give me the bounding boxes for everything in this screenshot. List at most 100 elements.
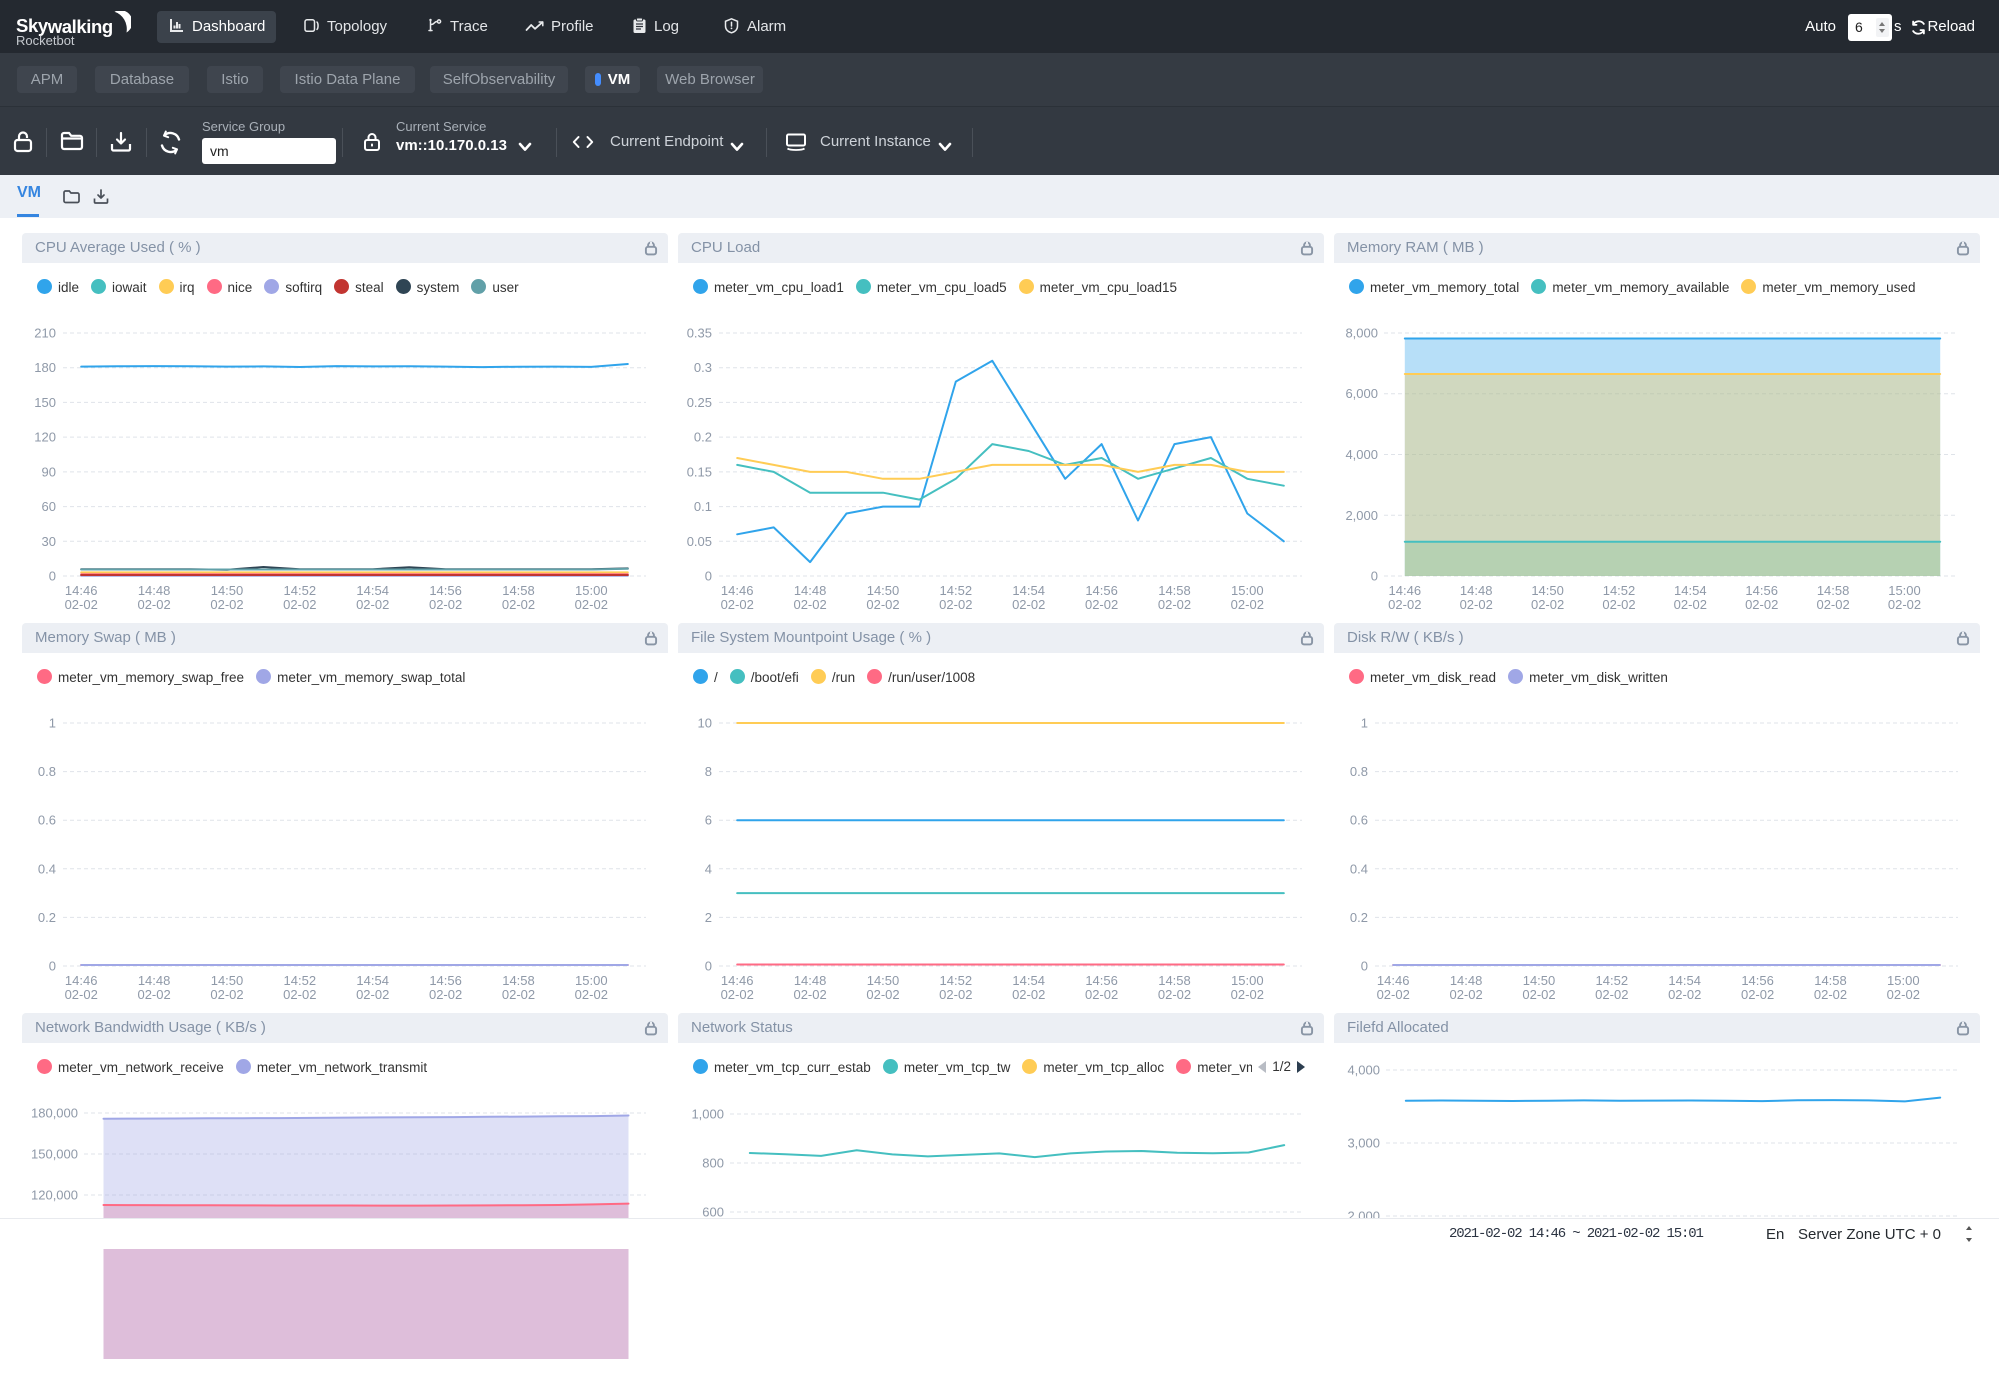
svg-text:02-02: 02-02 [65,987,98,1002]
svg-text:15:00: 15:00 [1231,583,1264,598]
svg-text:8,000: 8,000 [1345,326,1378,341]
svg-text:2: 2 [705,910,712,925]
svg-text:90: 90 [42,464,56,479]
svg-text:02-02: 02-02 [575,987,608,1002]
svg-text:02-02: 02-02 [356,987,389,1002]
svg-text:15:00: 15:00 [575,583,608,598]
svg-text:0: 0 [49,569,56,584]
svg-text:14:52: 14:52 [1596,973,1629,988]
svg-text:0: 0 [1361,959,1368,974]
svg-text:14:58: 14:58 [1817,583,1850,598]
svg-text:120: 120 [34,430,56,445]
svg-text:0.4: 0.4 [38,861,56,876]
svg-text:14:46: 14:46 [721,973,754,988]
svg-text:0.2: 0.2 [1350,910,1368,925]
svg-text:02-02: 02-02 [866,597,899,612]
svg-text:14:50: 14:50 [867,583,900,598]
svg-text:02-02: 02-02 [793,597,826,612]
svg-text:14:46: 14:46 [721,583,754,598]
svg-text:02-02: 02-02 [1449,987,1482,1002]
svg-text:02-02: 02-02 [429,597,462,612]
svg-text:14:50: 14:50 [1523,973,1556,988]
svg-text:15:00: 15:00 [1887,973,1920,988]
svg-text:14:52: 14:52 [940,973,973,988]
svg-text:14:48: 14:48 [138,973,171,988]
svg-text:8: 8 [705,764,712,779]
svg-text:14:54: 14:54 [1668,973,1701,988]
svg-text:02-02: 02-02 [137,597,170,612]
svg-text:4: 4 [705,861,712,876]
svg-text:14:58: 14:58 [1158,973,1191,988]
svg-text:0.3: 0.3 [694,360,712,375]
svg-text:02-02: 02-02 [1602,597,1635,612]
svg-text:14:48: 14:48 [138,583,171,598]
svg-text:14:52: 14:52 [1603,583,1636,598]
svg-text:15:00: 15:00 [575,973,608,988]
svg-text:0.8: 0.8 [1350,764,1368,779]
svg-text:15:00: 15:00 [1888,583,1921,598]
svg-text:02-02: 02-02 [939,987,972,1002]
svg-text:14:58: 14:58 [502,583,535,598]
svg-text:02-02: 02-02 [210,597,243,612]
svg-text:02-02: 02-02 [1388,597,1421,612]
svg-text:14:50: 14:50 [867,973,900,988]
svg-text:800: 800 [702,1156,724,1171]
svg-text:14:50: 14:50 [1531,583,1564,598]
svg-text:0.2: 0.2 [694,430,712,445]
svg-text:14:48: 14:48 [1460,583,1493,598]
svg-text:02-02: 02-02 [939,597,972,612]
svg-text:02-02: 02-02 [721,597,754,612]
svg-text:0: 0 [49,959,56,974]
svg-text:120,000: 120,000 [31,1188,78,1203]
svg-text:14:54: 14:54 [1012,583,1045,598]
svg-text:0.05: 0.05 [687,534,712,549]
svg-text:02-02: 02-02 [356,597,389,612]
svg-text:14:58: 14:58 [1814,973,1847,988]
svg-text:15:00: 15:00 [1231,973,1264,988]
svg-text:02-02: 02-02 [429,987,462,1002]
svg-text:60: 60 [42,499,56,514]
svg-text:14:46: 14:46 [1389,583,1422,598]
svg-text:4,000: 4,000 [1347,1063,1380,1078]
svg-text:14:56: 14:56 [1745,583,1778,598]
svg-text:02-02: 02-02 [1814,987,1847,1002]
svg-text:02-02: 02-02 [1231,987,1264,1002]
svg-text:14:46: 14:46 [65,973,98,988]
svg-text:02-02: 02-02 [1377,987,1410,1002]
svg-text:02-02: 02-02 [65,597,98,612]
svg-text:0: 0 [1371,569,1378,584]
svg-text:02-02: 02-02 [283,597,316,612]
svg-text:0.4: 0.4 [1350,861,1368,876]
svg-text:02-02: 02-02 [1012,597,1045,612]
svg-text:02-02: 02-02 [137,987,170,1002]
svg-text:14:56: 14:56 [429,583,462,598]
svg-text:14:46: 14:46 [1377,973,1410,988]
svg-text:02-02: 02-02 [1887,987,1920,1002]
svg-text:180,000: 180,000 [31,1106,78,1121]
svg-text:0.6: 0.6 [1350,813,1368,828]
svg-text:02-02: 02-02 [283,987,316,1002]
svg-text:0.6: 0.6 [38,813,56,828]
svg-text:14:52: 14:52 [284,583,317,598]
svg-text:14:52: 14:52 [284,973,317,988]
svg-text:14:54: 14:54 [1012,973,1045,988]
svg-text:02-02: 02-02 [721,987,754,1002]
svg-text:14:56: 14:56 [429,973,462,988]
svg-text:02-02: 02-02 [1668,987,1701,1002]
svg-text:02-02: 02-02 [502,987,535,1002]
svg-text:02-02: 02-02 [1741,987,1774,1002]
svg-text:14:54: 14:54 [1674,583,1707,598]
svg-text:14:54: 14:54 [356,973,389,988]
svg-text:30: 30 [42,534,56,549]
svg-text:0.1: 0.1 [694,499,712,514]
svg-text:02-02: 02-02 [575,597,608,612]
svg-text:14:56: 14:56 [1085,583,1118,598]
svg-text:14:56: 14:56 [1741,973,1774,988]
svg-text:14:50: 14:50 [211,583,244,598]
svg-text:210: 210 [34,326,56,341]
svg-text:1,000: 1,000 [691,1107,724,1122]
svg-text:0.25: 0.25 [687,395,712,410]
svg-text:02-02: 02-02 [502,597,535,612]
svg-text:14:50: 14:50 [211,973,244,988]
svg-text:1: 1 [49,716,56,731]
